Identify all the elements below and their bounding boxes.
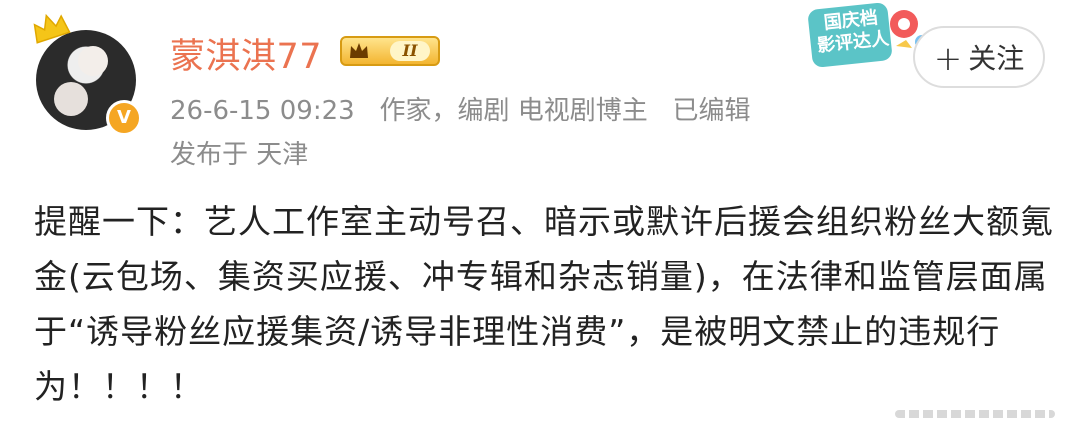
crown-mini-icon: [350, 43, 368, 58]
post-timestamp[interactable]: 26-6-15 09:23: [170, 96, 355, 126]
medal-label: 国庆档 影评达人: [814, 6, 890, 57]
verified-badge-icon: V: [106, 100, 142, 136]
level-badge[interactable]: II: [340, 36, 440, 66]
post-meta: 26-6-15 09:23 作家，编剧 电视剧博主 已编辑: [170, 90, 751, 127]
follow-label: 关注: [968, 42, 1025, 75]
author-description: 作家，编剧 电视剧博主: [379, 96, 648, 126]
follow-button[interactable]: + 关注: [913, 26, 1045, 88]
avatar-face-top: [78, 46, 108, 76]
author-avatar-wrap[interactable]: V: [33, 13, 146, 140]
plus-icon: +: [933, 39, 963, 79]
edited-label[interactable]: 已编辑: [673, 96, 751, 126]
avatar-face-bottom: [54, 82, 88, 116]
author-name[interactable]: 蒙淇淇77: [170, 28, 322, 79]
level-number: II: [390, 41, 430, 61]
scroll-indicator: [895, 410, 1055, 418]
post-text: 提醒一下：艺人工作室主动号召、暗示或默许后援会组织粉丝大额氪金(云包场、集资买应…: [34, 202, 1054, 406]
post-location: 发布于 天津: [170, 140, 309, 170]
